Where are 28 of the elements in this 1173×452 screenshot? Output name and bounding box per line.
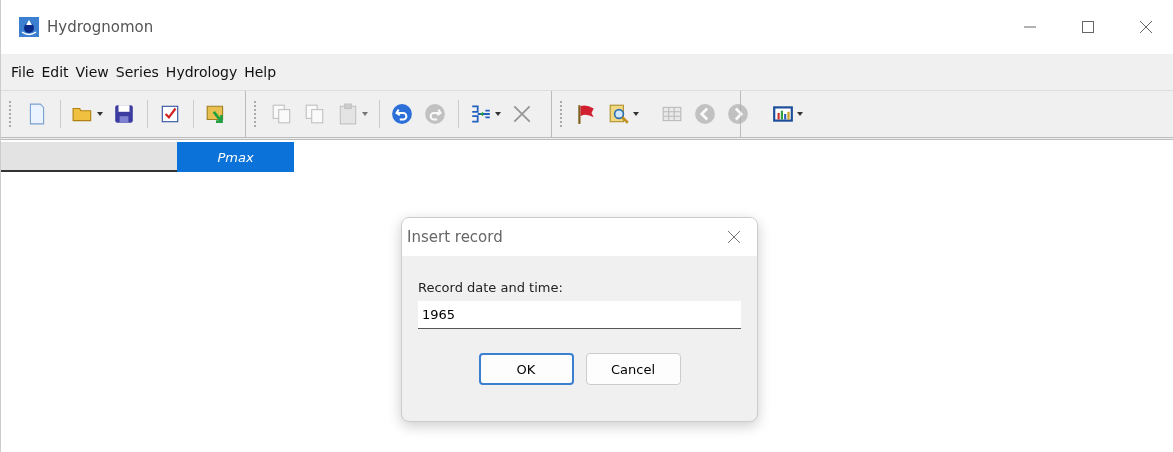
field-label: Record date and time: (418, 280, 564, 295)
dialog-title: Insert record (407, 228, 503, 246)
tree-icon (470, 103, 492, 125)
paste-icon (337, 103, 359, 125)
close-button[interactable] (727, 230, 741, 244)
menu-item[interactable]: Hydrology (165, 64, 238, 80)
date-input-field[interactable]: 1965 (418, 301, 741, 329)
copy-icon (304, 103, 326, 125)
column-header[interactable]: Pmax (177, 142, 294, 172)
bar-chart-icon (772, 103, 794, 125)
maximize-button[interactable] (1081, 20, 1095, 34)
app-logo-icon (19, 17, 39, 37)
cancel-button[interactable]: Cancel (585, 353, 681, 385)
menu-item[interactable]: View (75, 64, 109, 80)
menu-item[interactable]: File (11, 64, 35, 80)
redo-icon (424, 103, 446, 125)
menu-item[interactable]: Series (115, 64, 159, 80)
ok-button[interactable]: OK (478, 353, 574, 385)
menu-item[interactable]: Edit (41, 64, 69, 80)
flag-icon (575, 103, 597, 125)
close-button[interactable] (1139, 20, 1153, 34)
magnifier-icon (608, 103, 630, 125)
window-title: Hydrognomon (47, 18, 154, 36)
copy-icon (271, 103, 293, 125)
menu-item[interactable]: Help (244, 64, 277, 80)
checkbox-icon (159, 103, 181, 125)
close-icon (511, 103, 533, 125)
undo-icon (391, 103, 413, 125)
